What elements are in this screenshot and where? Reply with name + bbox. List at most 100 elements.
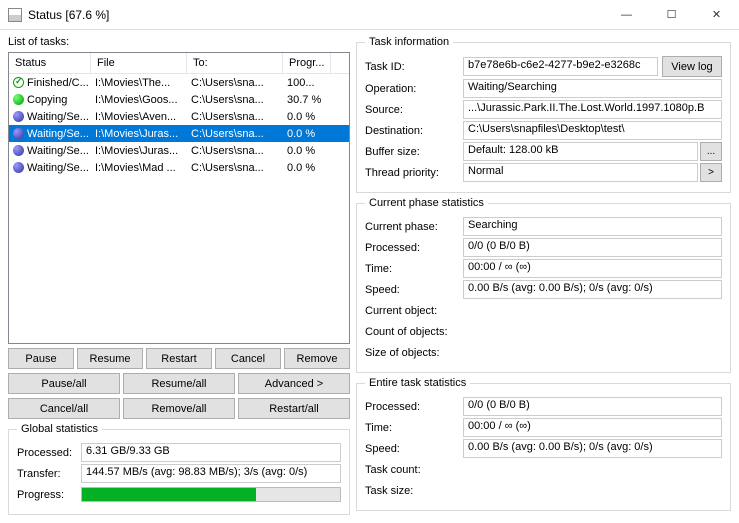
source-label: Source: (365, 104, 463, 116)
task-information-legend: Task information (365, 36, 453, 48)
buffer-size-value: Default: 128.00 kB (463, 142, 698, 161)
col-status[interactable]: Status (9, 53, 91, 73)
table-row[interactable]: Waiting/Se...I:\Movies\Juras...C:\Users\… (9, 125, 349, 142)
table-row[interactable]: Finished/C...I:\Movies\The...C:\Users\sn… (9, 74, 349, 91)
phase-processed-value: 0/0 (0 B/0 B) (463, 238, 722, 257)
global-progress-bar (81, 487, 341, 502)
row-file: I:\Movies\Goos... (91, 94, 187, 106)
window-title: Status [67.6 %] (28, 8, 604, 22)
operation-label: Operation: (365, 83, 463, 95)
current-phase-group: Current phase statistics Current phase:S… (356, 197, 731, 373)
entire-speed-label: Speed: (365, 443, 463, 455)
row-status: Waiting/Se... (27, 145, 89, 157)
waiting-icon (13, 111, 24, 122)
restart-button[interactable]: Restart (146, 348, 212, 369)
task-information-group: Task information Task ID: b7e78e6b-c6e2-… (356, 36, 731, 193)
current-phase-label: Current phase: (365, 221, 463, 233)
buffer-size-label: Buffer size: (365, 146, 463, 158)
waiting-icon (13, 145, 24, 156)
row-progress: 0.0 % (283, 145, 331, 157)
entire-time-value: 00:00 / ∞ (∞) (463, 418, 722, 437)
advanced-button[interactable]: Advanced > (238, 373, 350, 394)
row-file: I:\Movies\Aven... (91, 111, 187, 123)
task-list[interactable]: Status File To: Progr... Finished/C...I:… (8, 52, 350, 344)
waiting-icon (13, 162, 24, 173)
thread-priority-step-button[interactable]: > (700, 163, 722, 182)
resume-button[interactable]: Resume (77, 348, 143, 369)
col-file[interactable]: File (91, 53, 187, 73)
row-to: C:\Users\sna... (187, 111, 283, 123)
destination-label: Destination: (365, 125, 463, 137)
cancel-button[interactable]: Cancel (215, 348, 281, 369)
view-log-button[interactable]: View log (662, 56, 722, 77)
global-transfer-label: Transfer: (17, 468, 81, 480)
count-of-objects-label: Count of objects: (365, 326, 463, 338)
row-file: I:\Movies\The... (91, 77, 187, 89)
row-to: C:\Users\sna... (187, 128, 283, 140)
entire-time-label: Time: (365, 422, 463, 434)
pause-button[interactable]: Pause (8, 348, 74, 369)
copying-icon (13, 94, 24, 105)
table-row[interactable]: Copying I:\Movies\Goos...C:\Users\sna...3… (9, 91, 349, 108)
col-prog[interactable]: Progr... (283, 53, 331, 73)
row-progress: 0.0 % (283, 162, 331, 174)
row-progress: 100... (283, 77, 331, 89)
global-progress-label: Progress: (17, 489, 81, 501)
row-to: C:\Users\sna... (187, 77, 283, 89)
finished-icon (13, 77, 24, 88)
row-status: Waiting/Se... (27, 162, 89, 174)
entire-task-group: Entire task statistics Processed:0/0 (0 … (356, 377, 731, 511)
current-object-label: Current object: (365, 305, 463, 317)
phase-speed-label: Speed: (365, 284, 463, 296)
row-status: Waiting/Se... (27, 111, 89, 123)
row-file: I:\Movies\Juras... (91, 128, 187, 140)
task-size-label: Task size: (365, 485, 463, 497)
maximize-button[interactable]: ☐ (649, 0, 694, 30)
row-status: Finished/C... (27, 77, 89, 89)
current-phase-legend: Current phase statistics (365, 197, 488, 209)
size-of-objects-label: Size of objects: (365, 347, 463, 359)
operation-value: Waiting/Searching (463, 79, 722, 98)
row-progress: 30.7 % (283, 94, 331, 106)
current-phase-value: Searching (463, 217, 722, 236)
global-processed-value: 6.31 GB/9.33 GB (81, 443, 341, 462)
thread-priority-label: Thread priority: (365, 167, 463, 179)
col-to[interactable]: To: (187, 53, 283, 73)
task-list-header[interactable]: Status File To: Progr... (9, 53, 349, 74)
phase-time-value: 00:00 / ∞ (∞) (463, 259, 722, 278)
phase-processed-label: Processed: (365, 242, 463, 254)
entire-speed-value: 0.00 B/s (avg: 0.00 B/s); 0/s (avg: 0/s) (463, 439, 722, 458)
remove-button[interactable]: Remove (284, 348, 350, 369)
row-progress: 0.0 % (283, 128, 331, 140)
restart-all-button[interactable]: Restart/all (238, 398, 350, 419)
app-icon (8, 8, 22, 22)
close-button[interactable]: ✕ (694, 0, 739, 30)
task-id-label: Task ID: (365, 61, 463, 73)
waiting-icon (13, 128, 24, 139)
destination-value: C:\Users\snapfiles\Desktop\test\ (463, 121, 722, 140)
row-progress: 0.0 % (283, 111, 331, 123)
title-bar: Status [67.6 %] — ☐ ✕ (0, 0, 739, 30)
row-status: Copying (27, 94, 67, 106)
global-transfer-value: 144.57 MB/s (avg: 98.83 MB/s); 3/s (avg:… (81, 464, 341, 483)
row-file: I:\Movies\Juras... (91, 145, 187, 157)
global-processed-label: Processed: (17, 447, 81, 459)
row-file: I:\Movies\Mad ... (91, 162, 187, 174)
remove-all-button[interactable]: Remove/all (123, 398, 235, 419)
row-status: Waiting/Se... (27, 128, 89, 140)
pause-all-button[interactable]: Pause/all (8, 373, 120, 394)
table-row[interactable]: Waiting/Se...I:\Movies\Mad ...C:\Users\s… (9, 159, 349, 176)
entire-processed-label: Processed: (365, 401, 463, 413)
resume-all-button[interactable]: Resume/all (123, 373, 235, 394)
buffer-size-browse-button[interactable]: ... (700, 142, 722, 161)
row-to: C:\Users\sna... (187, 94, 283, 106)
task-count-label: Task count: (365, 464, 463, 476)
list-of-tasks-label: List of tasks: (8, 36, 350, 48)
table-row[interactable]: Waiting/Se...I:\Movies\Aven...C:\Users\s… (9, 108, 349, 125)
minimize-button[interactable]: — (604, 0, 649, 30)
table-row[interactable]: Waiting/Se...I:\Movies\Juras...C:\Users\… (9, 142, 349, 159)
task-id-value: b7e78e6b-c6e2-4277-b9e2-e3268c (463, 57, 658, 76)
global-statistics-legend: Global statistics (17, 423, 102, 435)
cancel-all-button[interactable]: Cancel/all (8, 398, 120, 419)
thread-priority-value: Normal (463, 163, 698, 182)
